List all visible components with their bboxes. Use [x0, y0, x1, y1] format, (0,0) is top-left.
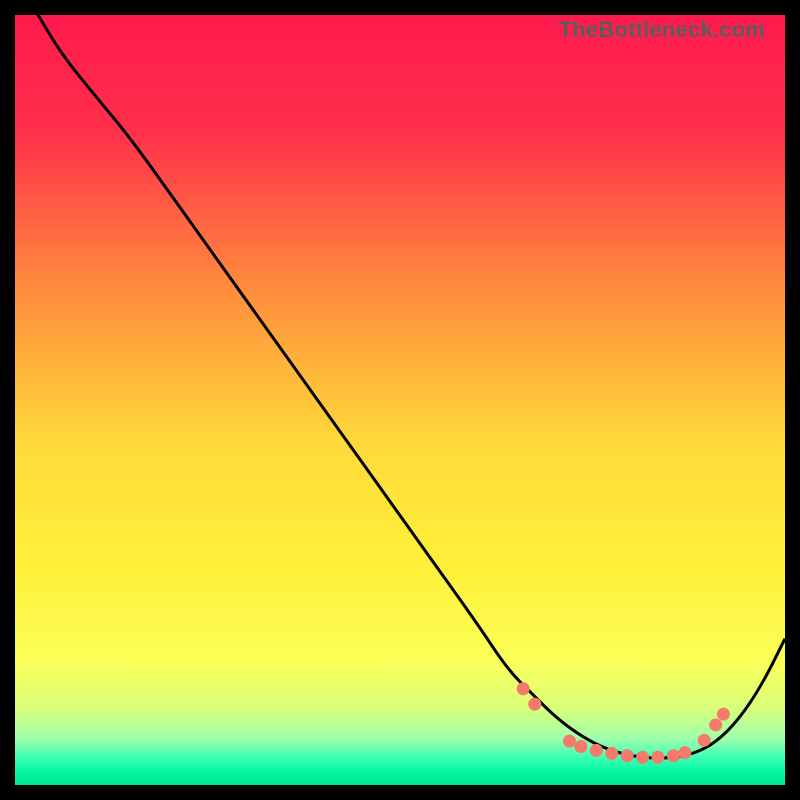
sweet-spot-dot: [574, 740, 587, 753]
sweet-spot-dot: [528, 698, 541, 711]
sweet-spot-dot: [709, 718, 722, 731]
chart-svg: [15, 15, 785, 785]
sweet-spot-dot: [621, 749, 634, 762]
sweet-spot-dot: [636, 751, 649, 764]
gradient-background: [15, 15, 785, 785]
sweet-spot-dot: [590, 744, 603, 757]
sweet-spot-dot: [563, 735, 576, 748]
sweet-spot-dot: [698, 734, 711, 747]
sweet-spot-dot: [651, 751, 664, 764]
sweet-spot-dot: [667, 749, 680, 762]
sweet-spot-dot: [517, 682, 530, 695]
sweet-spot-dot: [678, 746, 691, 759]
chart-frame: TheBottleneck.com: [15, 15, 785, 785]
sweet-spot-dot: [605, 747, 618, 760]
sweet-spot-dot: [717, 708, 730, 721]
